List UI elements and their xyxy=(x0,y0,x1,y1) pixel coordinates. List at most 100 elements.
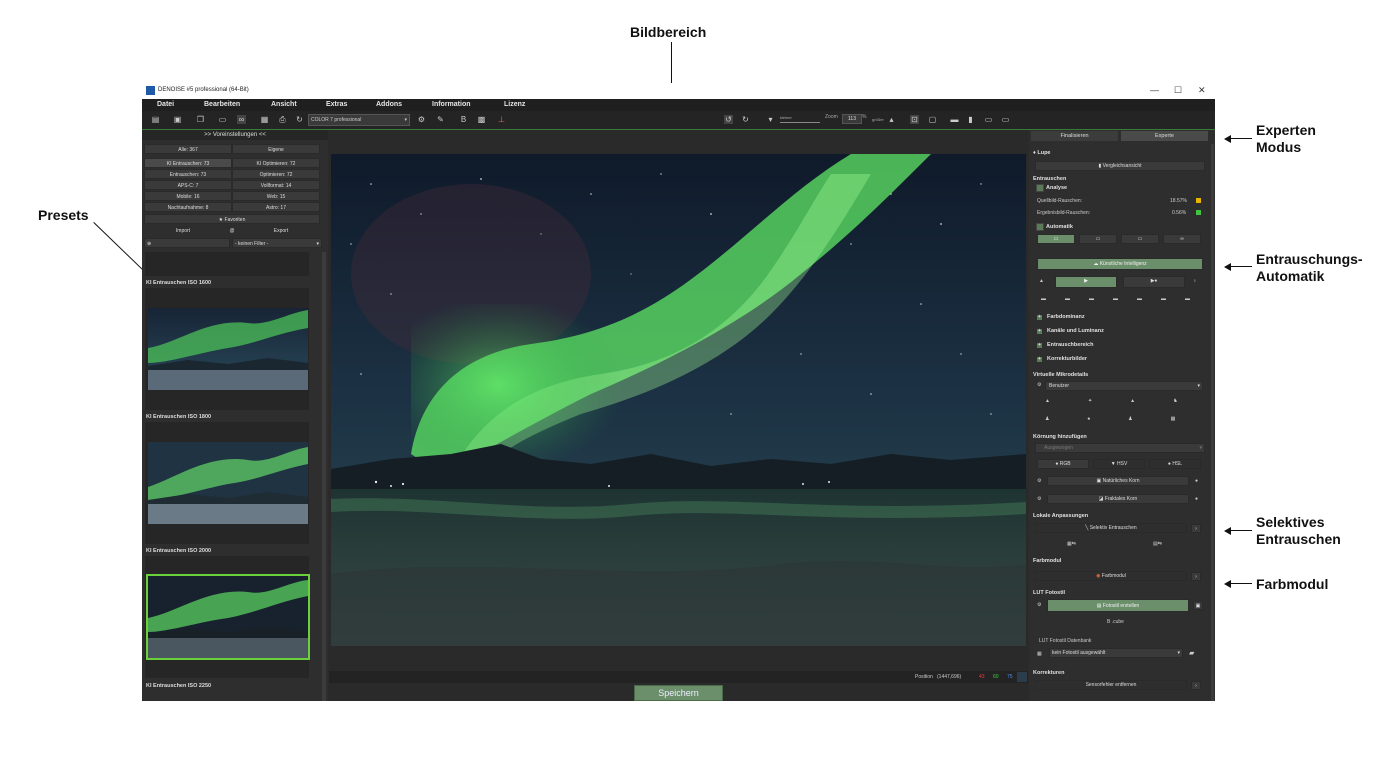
filter-own[interactable]: Eigene xyxy=(232,144,320,154)
grain-rgb-button[interactable]: ● RGB xyxy=(1037,459,1089,469)
tab-finalize[interactable]: Finalisieren xyxy=(1031,131,1118,141)
collapsible-kanaele[interactable]: Kanäle und Luminanz xyxy=(1047,328,1104,334)
zoom-input[interactable]: 113 xyxy=(842,114,862,124)
image-area[interactable]: Position (1447,696) 43 60 75 Speichern xyxy=(329,130,1028,701)
at-icon[interactable]: @ xyxy=(222,226,242,236)
open-file-icon[interactable]: ▣ xyxy=(173,115,182,124)
color-module-button[interactable]: ◉ Farbmodul xyxy=(1035,571,1187,581)
ai-diamond-button[interactable]: ▶♦ xyxy=(1123,276,1185,288)
bulb-icon[interactable]: ♁ xyxy=(1193,278,1197,284)
expand-icon[interactable]: + xyxy=(1037,315,1042,320)
level-icons[interactable]: ▬▬▬▬▬▬▬ xyxy=(1041,296,1209,302)
preset-thumbnail[interactable] xyxy=(148,442,308,524)
grain-select[interactable]: Ausgewogen ▾ xyxy=(1035,443,1205,453)
export-button[interactable]: Export xyxy=(242,226,320,236)
import-button[interactable]: Import xyxy=(144,226,222,236)
category-mobile[interactable]: Mobile: 16 xyxy=(144,191,232,201)
color-profile-select[interactable]: COLOR 7 professional ▾ xyxy=(308,114,410,126)
collapsible-entrauschbereich[interactable]: Entrauschbereich xyxy=(1047,342,1093,348)
compare-view-button[interactable]: ▮ Vergleichsansicht xyxy=(1035,161,1205,171)
category-aps-c[interactable]: APS-C: 7 xyxy=(144,180,232,190)
favorites-button[interactable]: ★ Favoriten xyxy=(144,214,320,224)
preset-thumbnail[interactable] xyxy=(148,308,308,390)
filter-all[interactable]: Alle: 367 xyxy=(144,144,232,154)
automatic-checkbox[interactable] xyxy=(1036,223,1044,231)
grain-hsl-button[interactable]: ● HSL xyxy=(1149,459,1201,469)
maximize-button[interactable]: ☐ xyxy=(1174,85,1182,96)
settings-scrollbar[interactable] xyxy=(1211,144,1214,701)
document-icon[interactable]: B xyxy=(459,115,468,124)
preset-scrollbar[interactable] xyxy=(322,252,326,701)
save-icon[interactable]: ▦ xyxy=(260,115,269,124)
collapsible-farbdominanz[interactable]: Farbdominanz xyxy=(1047,314,1085,320)
micro-detail-icons-row1[interactable]: ▲✦▲♞ xyxy=(1045,398,1215,404)
selective-denoise-button[interactable]: ╲ Selektiv Entrauschen xyxy=(1035,523,1187,533)
category-ki-entrauschen[interactable]: KI Entrauschen: 73 xyxy=(144,158,232,168)
folder-icon[interactable]: ▰ xyxy=(1189,649,1194,657)
settings-icon[interactable]: ⚙ xyxy=(1037,496,1041,502)
remove-sensor-more[interactable]: › xyxy=(1191,681,1201,690)
create-style-button[interactable]: ▤ Fotostil erstellen xyxy=(1047,599,1189,612)
close-button[interactable]: ✕ xyxy=(1198,85,1206,96)
search-input[interactable]: ⊕ xyxy=(144,238,230,248)
style-info-button[interactable]: ▣ xyxy=(1193,601,1203,610)
menu-addons[interactable]: Addons xyxy=(376,101,402,108)
brush-icon[interactable]: ▲ xyxy=(1039,278,1044,284)
crop-icon[interactable]: ⊡ xyxy=(910,115,919,124)
zoom-out-icon[interactable]: ▾ xyxy=(766,115,775,124)
minimize-button[interactable]: — xyxy=(1150,85,1159,95)
menu-ansicht[interactable]: Ansicht xyxy=(271,101,297,108)
ai-button[interactable]: ☁ Künstliche Intelligenz xyxy=(1037,258,1203,270)
settings-icon[interactable]: ⚙ xyxy=(1037,478,1041,484)
selective-denoise-more[interactable]: › xyxy=(1191,524,1201,533)
expand-icon[interactable]: + xyxy=(1037,343,1042,348)
remove-sensor-button[interactable]: Sensorfehler entfernen xyxy=(1035,680,1187,690)
zoom-in-icon[interactable]: ▴ xyxy=(887,115,896,124)
link-icon[interactable]: ∞ xyxy=(237,115,246,124)
globe-icon[interactable]: ● xyxy=(1195,478,1198,484)
split-v-icon[interactable]: ▮ xyxy=(966,115,975,124)
category-entrauschen[interactable]: Entrauschen: 73 xyxy=(144,169,232,179)
category-ki-optimieren[interactable]: KI Optimieren: 72 xyxy=(232,158,320,168)
chat-icon[interactable]: ▭ xyxy=(1001,115,1010,124)
presets-header[interactable]: >> Voreinstellungen << xyxy=(142,130,328,140)
menu-lizenz[interactable]: Lizenz xyxy=(504,101,525,108)
auto-mode-pro[interactable]: ▭ xyxy=(1079,234,1117,244)
collapsible-korrekturbilder[interactable]: Korrekturbilder xyxy=(1047,356,1087,362)
menu-information[interactable]: Information xyxy=(432,101,471,108)
settings-icon[interactable]: ⚙ xyxy=(417,115,426,124)
user-select[interactable]: Benutzer ▾ xyxy=(1045,381,1203,391)
auto-mode-links[interactable]: ∞ xyxy=(1163,234,1201,244)
new-file-icon[interactable]: ▤ xyxy=(151,115,160,124)
copy-icon[interactable]: ❐ xyxy=(196,115,205,124)
category-astro[interactable]: Astro: 17 xyxy=(232,202,320,212)
main-photo[interactable] xyxy=(331,154,1026,646)
category-optimieren[interactable]: Optimieren: 72 xyxy=(232,169,320,179)
play-button[interactable]: ▶ xyxy=(1055,276,1117,288)
split-h-icon[interactable]: ▬ xyxy=(950,115,959,124)
color-module-more[interactable]: › xyxy=(1191,572,1201,581)
category-nachtaufnahme[interactable]: Nachtaufnahme: 8 xyxy=(144,202,232,212)
micro-detail-icons-row2[interactable]: ♟♠♟▦ xyxy=(1045,416,1213,422)
print-icon[interactable]: ⎙ xyxy=(278,115,287,124)
natural-grain-button[interactable]: ▣ Natürliches Korn xyxy=(1047,476,1189,486)
fractal-grain-button[interactable]: ◪ Fraktales Korn xyxy=(1047,494,1189,504)
preset-thumbnail-selected[interactable] xyxy=(146,574,310,660)
frame-icon[interactable]: ▢ xyxy=(928,115,937,124)
menu-bearbeiten[interactable]: Bearbeiten xyxy=(204,101,240,108)
wand-icon[interactable]: ✎ xyxy=(436,115,445,124)
menu-extras[interactable]: Extras xyxy=(326,101,347,108)
comment-icon[interactable]: ▭ xyxy=(984,115,993,124)
auto-mode-prem[interactable]: ▭ xyxy=(1121,234,1159,244)
category-web[interactable]: Web: 15 xyxy=(232,191,320,201)
filter-select[interactable]: - keinen Filter - ▾ xyxy=(232,238,322,248)
export-icon[interactable]: ↻ xyxy=(295,115,304,124)
loupe-section[interactable]: ♦ Lupe xyxy=(1033,150,1050,156)
redo-icon[interactable]: ↻ xyxy=(741,115,750,124)
analysis-checkbox[interactable] xyxy=(1036,184,1044,192)
compare-icon[interactable]: ▭ xyxy=(218,115,227,124)
layer-swap-icon[interactable]: ▦⇆ xyxy=(1067,541,1076,547)
menu-datei[interactable]: Datei xyxy=(157,101,174,108)
pin-icon[interactable]: ⊥ xyxy=(497,115,506,124)
screen-icon[interactable]: ▩ xyxy=(477,115,486,124)
